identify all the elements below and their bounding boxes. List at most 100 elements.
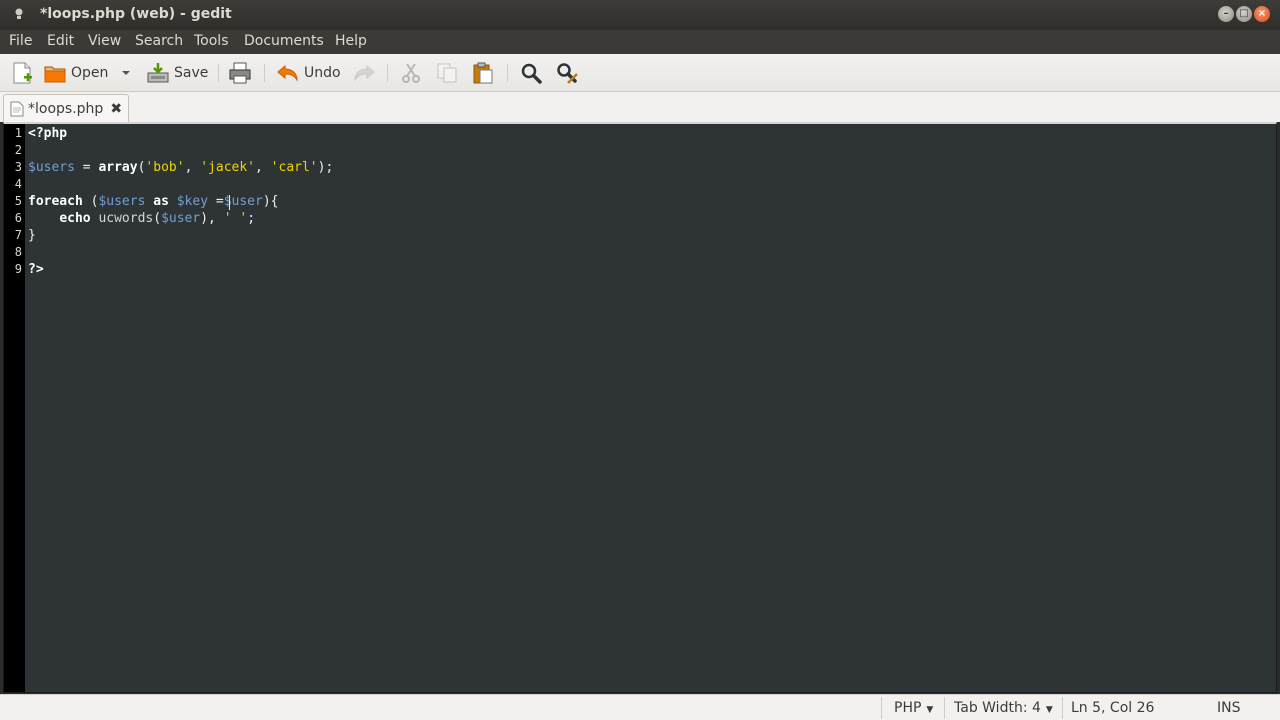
- find-replace-button[interactable]: [555, 61, 579, 85]
- menu-view[interactable]: View: [88, 33, 121, 49]
- status-bar: PHP ▼ Tab Width: 4 ▼ Ln 5, Col 26 INS: [0, 694, 1280, 720]
- new-document-icon: [13, 62, 32, 84]
- code-token: as: [153, 194, 169, 209]
- open-label: Open: [71, 65, 109, 81]
- tab-label: *loops.php: [28, 100, 104, 117]
- undo-icon: [277, 64, 298, 82]
- undo-button[interactable]: Undo: [276, 61, 341, 85]
- statusbar-separator: [1062, 697, 1063, 719]
- code-token: =: [208, 194, 224, 209]
- toolbar-separator: [387, 64, 388, 82]
- code-line: ?>: [28, 262, 44, 277]
- code-line: echo ucwords($user), ' ';: [28, 211, 255, 226]
- menu-tools[interactable]: Tools: [194, 33, 229, 49]
- language-selector[interactable]: PHP ▼: [894, 700, 933, 716]
- replace-icon: [557, 63, 578, 84]
- menu-edit[interactable]: Edit: [47, 33, 74, 49]
- code-line: }: [28, 228, 36, 243]
- close-tab-icon[interactable]: ✖: [110, 101, 122, 117]
- code-token: ),: [200, 211, 224, 226]
- title-bar: *loops.php (web) - gedit – □ ×: [0, 0, 1280, 30]
- line-number: 2: [14, 143, 22, 157]
- code-token: array: [98, 160, 138, 175]
- text-document-icon: [10, 101, 24, 116]
- redo-icon: [354, 64, 375, 82]
- find-button[interactable]: [519, 61, 543, 85]
- toolbar: Open Save Undo: [0, 54, 1280, 92]
- cursor-position: Ln 5, Col 26: [1071, 700, 1155, 716]
- window-menu-icon[interactable]: [14, 8, 24, 20]
- statusbar-separator: [944, 697, 945, 719]
- menu-bar: File Edit View Search Tools Documents He…: [0, 30, 1280, 54]
- undo-label: Undo: [304, 65, 341, 81]
- code-line: $users = array('bob', 'jacek', 'carl');: [28, 160, 333, 175]
- line-number: 1: [14, 126, 22, 140]
- code-token: ucwords: [98, 211, 154, 226]
- document-tab-bar: *loops.php ✖: [0, 92, 1280, 122]
- insert-mode: INS: [1217, 700, 1241, 716]
- line-number-gutter: 1 2 3 4 5 6 7 8 9: [4, 124, 25, 692]
- print-button[interactable]: [228, 61, 252, 85]
- line-number: 4: [14, 177, 22, 191]
- chevron-down-icon: [122, 71, 130, 75]
- minimize-button[interactable]: –: [1218, 6, 1234, 22]
- toolbar-separator: [264, 64, 265, 82]
- code-token: );: [317, 160, 334, 175]
- toolbar-separator: [218, 64, 219, 82]
- code-editor[interactable]: 123456789 <?php $users = array('bob', 'ja…: [3, 122, 1277, 693]
- open-button[interactable]: Open: [43, 61, 108, 85]
- cut-icon: [402, 63, 420, 83]
- menu-documents[interactable]: Documents: [244, 33, 324, 49]
- statusbar-separator: [881, 697, 882, 719]
- code-token: 'jacek': [200, 160, 256, 175]
- new-button[interactable]: [10, 61, 34, 85]
- close-window-button[interactable]: ×: [1254, 6, 1270, 22]
- open-recent-dropdown[interactable]: [121, 61, 131, 85]
- print-icon: [229, 62, 251, 84]
- code-token: ){: [262, 194, 279, 209]
- window-title: *loops.php (web) - gedit: [40, 6, 232, 22]
- code-token: =: [74, 160, 99, 175]
- save-icon: [147, 63, 169, 83]
- line-number: 6: [14, 211, 22, 225]
- paste-button[interactable]: [471, 61, 495, 85]
- tab-loops-php[interactable]: *loops.php ✖: [3, 94, 129, 122]
- toolbar-separator: [507, 64, 508, 82]
- code-token: ,: [184, 160, 201, 175]
- code-token: $user: [161, 211, 201, 226]
- menu-search[interactable]: Search: [135, 33, 183, 49]
- code-token: $key: [176, 194, 209, 209]
- tab-width-label: Tab Width: 4: [954, 700, 1041, 716]
- code-line: foreach ($users as $key =$user){: [28, 194, 279, 209]
- copy-icon: [437, 63, 457, 83]
- code-token: $users: [28, 160, 75, 175]
- line-number: 9: [14, 262, 22, 276]
- code-token: (: [82, 194, 99, 209]
- language-label: PHP: [894, 700, 922, 716]
- chevron-down-icon: ▼: [1045, 705, 1053, 715]
- code-token: echo: [59, 211, 91, 226]
- line-number: 7: [14, 228, 22, 242]
- paste-icon: [473, 62, 493, 84]
- redo-button[interactable]: [352, 61, 376, 85]
- line-number: 5: [14, 194, 22, 208]
- code-token: <?php: [28, 126, 68, 141]
- save-button[interactable]: Save: [146, 61, 208, 85]
- line-number: 8: [14, 245, 22, 259]
- text-cursor: [229, 195, 230, 210]
- tab-width-selector[interactable]: Tab Width: 4 ▼: [954, 700, 1053, 716]
- cut-button[interactable]: [399, 61, 423, 85]
- menu-help[interactable]: Help: [335, 33, 367, 49]
- code-token: }: [28, 228, 36, 243]
- code-token: (: [153, 211, 162, 226]
- open-folder-icon: [44, 66, 66, 83]
- copy-button[interactable]: [435, 61, 459, 85]
- menu-file[interactable]: File: [9, 33, 32, 49]
- code-token: ,: [255, 160, 271, 175]
- maximize-button[interactable]: □: [1236, 6, 1252, 22]
- code-line: <?php: [28, 126, 67, 141]
- code-token: ;: [247, 211, 256, 226]
- code-token: 'bob': [145, 160, 185, 175]
